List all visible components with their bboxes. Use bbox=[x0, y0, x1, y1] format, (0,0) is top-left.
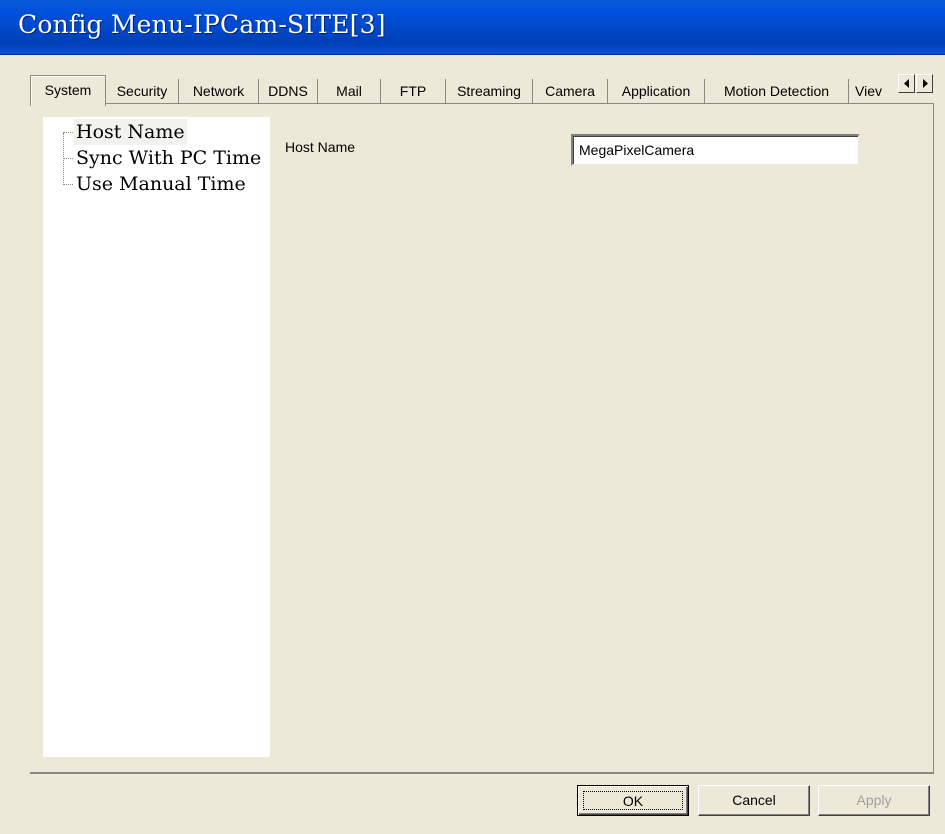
dialog-client-area: System Security Network DDNS Mail FTP St… bbox=[0, 55, 945, 834]
tab-scroll-buttons bbox=[898, 74, 934, 94]
window-title: Config Menu-IPCam-SITE[3] bbox=[18, 10, 386, 39]
tree-connector-line bbox=[63, 184, 73, 185]
ok-button[interactable]: OK bbox=[577, 785, 689, 816]
tab-network[interactable]: Network bbox=[179, 79, 259, 103]
separator bbox=[30, 772, 933, 773]
tab-ddns[interactable]: DDNS bbox=[259, 79, 318, 103]
tab-system[interactable]: System bbox=[30, 75, 106, 106]
tab-scroll-left-button[interactable] bbox=[898, 74, 915, 93]
tree-item-use-manual-time[interactable]: Use Manual Time bbox=[43, 171, 270, 197]
tab-strip: System Security Network DDNS Mail FTP St… bbox=[30, 75, 935, 106]
arrow-right-icon bbox=[923, 79, 928, 88]
tree-item-label: Use Manual Time bbox=[76, 173, 246, 195]
tab-streaming[interactable]: Streaming bbox=[446, 79, 533, 103]
tree-connector-line bbox=[63, 158, 73, 159]
tab-camera[interactable]: Camera bbox=[533, 79, 608, 103]
tree-item-sync-with-pc-time[interactable]: Sync With PC Time bbox=[43, 145, 270, 171]
tree-connector-line bbox=[63, 132, 73, 133]
tab-scroll-right-button[interactable] bbox=[916, 74, 933, 93]
tree-item-label: Sync With PC Time bbox=[76, 147, 262, 169]
tab-view-truncated[interactable]: Viev bbox=[849, 79, 897, 103]
tab-application[interactable]: Application bbox=[608, 79, 705, 103]
cancel-button[interactable]: Cancel bbox=[698, 785, 810, 816]
tree-item-label: Host Name bbox=[74, 119, 187, 145]
host-name-label: Host Name bbox=[285, 139, 356, 155]
host-name-input[interactable] bbox=[571, 134, 860, 166]
arrow-left-icon bbox=[904, 79, 909, 88]
tab-ftp[interactable]: FTP bbox=[381, 79, 446, 103]
tree-item-host-name[interactable]: Host Name bbox=[43, 119, 270, 145]
title-bar[interactable]: Config Menu-IPCam-SITE[3] bbox=[0, 0, 945, 55]
tab-security[interactable]: Security bbox=[106, 79, 179, 103]
settings-tree[interactable]: Host Name Sync With PC Time Use Manual T… bbox=[43, 117, 270, 757]
tab-motion-detection[interactable]: Motion Detection bbox=[705, 79, 849, 103]
ok-button-label: OK bbox=[583, 791, 683, 810]
apply-button[interactable]: Apply bbox=[818, 785, 930, 816]
tab-mail[interactable]: Mail bbox=[318, 79, 381, 103]
